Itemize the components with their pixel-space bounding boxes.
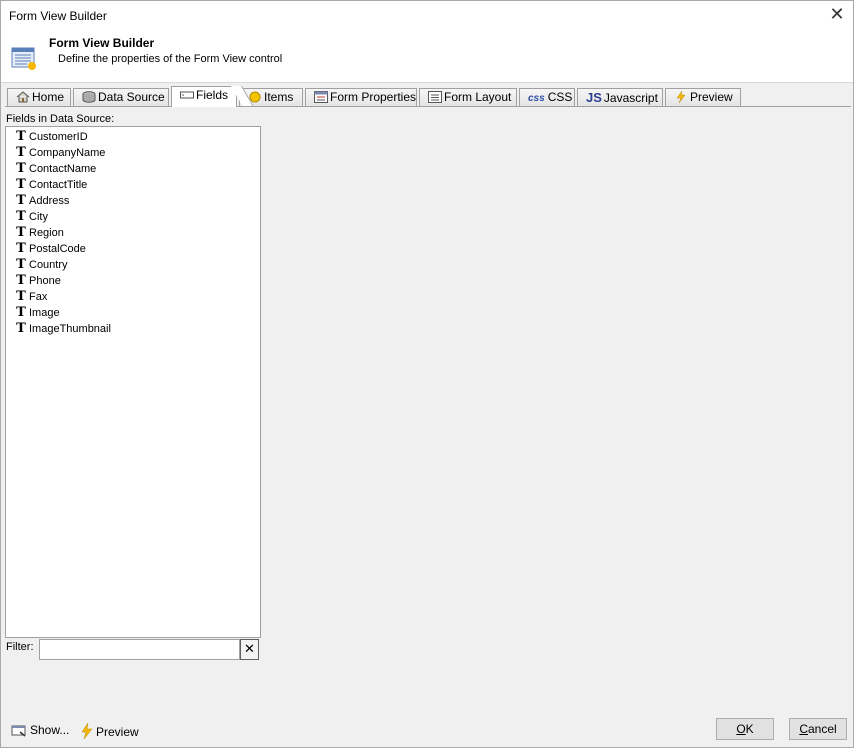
preview-button[interactable]: Preview bbox=[81, 723, 139, 739]
show-button[interactable]: Show... bbox=[11, 723, 69, 737]
tab-home[interactable]: Home bbox=[7, 88, 71, 107]
field-name: Fax bbox=[29, 291, 48, 303]
text-field-icon: T bbox=[16, 193, 26, 208]
field-name: City bbox=[29, 211, 48, 223]
tab-javascript-label: Javascript bbox=[603, 91, 658, 105]
list-item[interactable]: T ContactTitle bbox=[6, 177, 260, 193]
text-field-icon: T bbox=[16, 257, 26, 272]
show-label: Show... bbox=[30, 723, 70, 737]
dialog-header: Form View Builder Define the properties … bbox=[1, 31, 853, 83]
show-icon bbox=[11, 725, 26, 737]
textbox-icon bbox=[180, 91, 194, 99]
field-name: Country bbox=[29, 259, 68, 271]
text-field-icon: T bbox=[16, 305, 26, 320]
header-title: Form View Builder bbox=[49, 36, 155, 50]
css-icon: css bbox=[528, 93, 545, 104]
lightning-icon bbox=[676, 91, 686, 103]
text-field-icon: T bbox=[16, 225, 26, 240]
field-name: Image bbox=[29, 307, 60, 319]
javascript-icon: JS bbox=[586, 90, 602, 105]
text-field-icon: T bbox=[16, 241, 26, 256]
text-field-icon: T bbox=[16, 129, 26, 144]
list-item[interactable]: T Address bbox=[6, 193, 260, 209]
fields-in-data-source-label: Fields in Data Source: bbox=[6, 113, 115, 125]
filter-label: Filter: bbox=[6, 641, 34, 653]
list-item[interactable]: T Country bbox=[6, 257, 260, 273]
tab-items-label: Items bbox=[264, 90, 294, 104]
form-grid-icon bbox=[11, 47, 36, 70]
tab-form-properties-label: Form Properties bbox=[330, 90, 417, 104]
tab-form-layout-label: Form Layout bbox=[444, 90, 512, 104]
text-field-icon: T bbox=[16, 209, 26, 224]
header-subtitle: Define the properties of the Form View c… bbox=[58, 53, 283, 65]
text-field-icon: T bbox=[16, 161, 26, 176]
text-field-icon: T bbox=[16, 321, 26, 336]
tab-javascript[interactable]: JS Javascript bbox=[577, 88, 663, 107]
form-properties-icon bbox=[314, 91, 328, 103]
preview-label: Preview bbox=[96, 725, 139, 739]
tab-fields[interactable]: Fields bbox=[171, 86, 237, 107]
title-bar: Form View Builder ✕ bbox=[1, 1, 853, 31]
list-item[interactable]: T Phone bbox=[6, 273, 260, 289]
form-layout-icon bbox=[428, 91, 442, 103]
close-icon[interactable]: ✕ bbox=[827, 5, 847, 25]
text-field-icon: T bbox=[16, 289, 26, 304]
ok-button[interactable]: OK bbox=[716, 718, 774, 740]
field-name: CustomerID bbox=[29, 131, 88, 143]
list-item[interactable]: T CompanyName bbox=[6, 145, 260, 161]
field-name: Region bbox=[29, 227, 64, 239]
clear-filter-button[interactable]: ✕ bbox=[240, 639, 259, 660]
text-field-icon: T bbox=[16, 273, 26, 288]
field-name: Address bbox=[29, 195, 70, 207]
list-item[interactable]: T CustomerID bbox=[6, 129, 260, 145]
tab-form-layout[interactable]: Form Layout bbox=[419, 88, 517, 107]
tab-data-source-label: Data Source bbox=[98, 90, 165, 104]
field-name: ImageThumbnail bbox=[29, 323, 111, 335]
cancel-button[interactable]: Cancel bbox=[789, 718, 847, 740]
window-title: Form View Builder bbox=[9, 9, 107, 23]
tab-css[interactable]: css CSS bbox=[519, 88, 575, 107]
text-field-icon: T bbox=[16, 145, 26, 160]
list-item[interactable]: T ImageThumbnail bbox=[6, 321, 260, 337]
tab-css-label: CSS bbox=[547, 90, 573, 104]
tab-form-properties[interactable]: Form Properties bbox=[305, 88, 417, 107]
tab-baseline bbox=[5, 106, 851, 107]
list-item[interactable]: T ContactName bbox=[6, 161, 260, 177]
fields-list[interactable]: T CustomerID T CompanyName T ContactName TC… bbox=[5, 126, 261, 638]
list-item[interactable]: T Fax bbox=[6, 289, 260, 305]
lightning-icon bbox=[81, 723, 93, 739]
field-name: ContactTitle bbox=[29, 179, 88, 191]
list-item[interactable]: T City bbox=[6, 209, 260, 225]
dialog-window: Form View Builder ✕ Form View Builder De… bbox=[0, 0, 854, 748]
tab-preview-label: Preview bbox=[690, 90, 733, 104]
list-item[interactable]: T Region bbox=[6, 225, 260, 241]
field-name: Phone bbox=[29, 275, 61, 287]
tab-strip: Home Data Source Fields Items Form Prope… bbox=[5, 86, 851, 107]
field-name: ContactName bbox=[29, 163, 97, 175]
text-field-icon: T bbox=[16, 177, 26, 192]
tab-fields-label: Fields bbox=[196, 88, 229, 102]
filter-input[interactable] bbox=[39, 639, 240, 660]
tab-preview[interactable]: Preview bbox=[665, 88, 741, 107]
tab-data-source[interactable]: Data Source bbox=[73, 88, 169, 107]
tab-home-label: Home bbox=[32, 90, 65, 104]
list-item[interactable]: T Image bbox=[6, 305, 260, 321]
field-name: PostalCode bbox=[29, 243, 86, 255]
list-item[interactable]: T PostalCode bbox=[6, 241, 260, 257]
home-icon bbox=[16, 91, 30, 103]
field-name: CompanyName bbox=[29, 147, 106, 159]
database-icon bbox=[82, 91, 96, 103]
